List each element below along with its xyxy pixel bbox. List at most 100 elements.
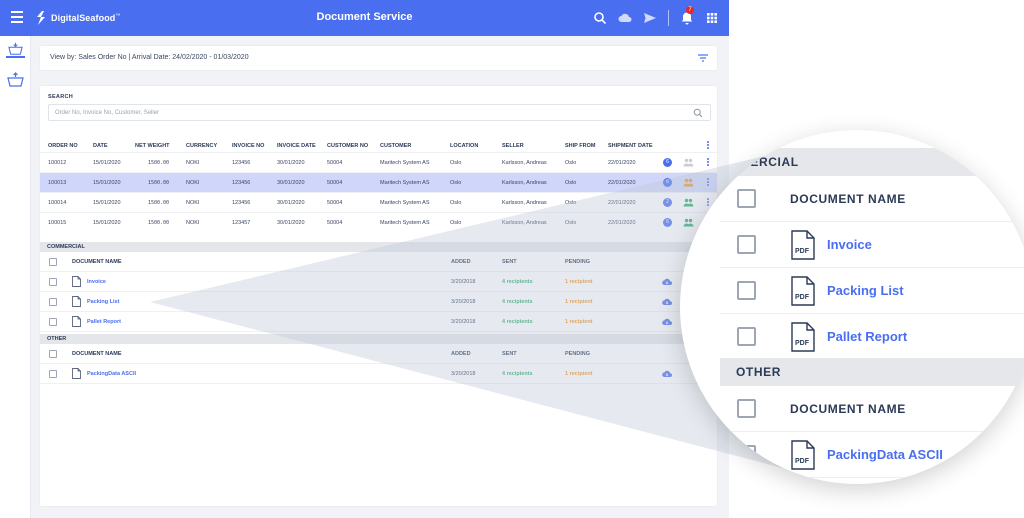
checkbox-icon[interactable] [737,399,756,418]
document-name-link[interactable]: Invoice [87,279,106,285]
magnified-col-document-name: DOCUMENT NAME [790,192,906,206]
document-pending[interactable]: 1 recipient [565,319,593,325]
basket-up-icon[interactable] [6,72,25,88]
send-icon[interactable] [643,11,657,25]
orders-card: SEARCH Order No, Invoice No, Customer, S… [40,86,717,506]
cell-currency: NOKI [186,220,200,226]
col-document-name: DOCUMENT NAME [72,259,122,265]
col-invoice-no[interactable]: INVOICE NO [232,143,264,149]
table-row[interactable]: 100015 15/01/2020 1500.00 NOKI 123457 30/01/2… [40,212,717,232]
cloud-download-icon[interactable] [662,369,672,378]
more-vert-icon[interactable] [707,178,710,188]
cell-invoice-no: 123456 [232,200,251,206]
more-vert-icon[interactable] [707,198,710,208]
search-icon[interactable] [593,11,607,25]
col-location[interactable]: LOCATION [450,143,478,149]
documents-count-badge[interactable]: 6 [663,178,672,187]
document-name-link[interactable]: Invoice [827,237,872,252]
col-invoice-date[interactable]: INVOICE DATE [277,143,316,149]
cell-location: Oslo [450,180,462,186]
col-sent: SENT [502,259,517,265]
col-order-no[interactable]: ORDER NO [48,143,78,149]
col-customer[interactable]: CUSTOMER [380,143,411,149]
table-row[interactable]: 100012 15/01/2020 1500.00 NOKI 123456 30/01/2… [40,152,717,172]
documents-count-badge[interactable]: 2 [663,198,672,207]
cell-currency: NOKI [186,180,200,186]
cell-seller: Karlsson, Andreas [502,220,547,226]
filter-icon[interactable] [698,54,708,62]
document-sent[interactable]: 4 recipients [502,299,533,305]
basket-down-icon[interactable] [6,42,25,58]
document-sent[interactable]: 4 recipients [502,371,533,377]
view-by-bar: View by: Sales Order No | Arrival Date: … [40,46,717,70]
document-pending[interactable]: 1 recipient [565,279,593,285]
document-pending[interactable]: 1 recipient [565,299,593,305]
col-currency[interactable]: CURRENCY [186,143,217,149]
people-icon[interactable] [683,158,694,167]
search-input[interactable]: Order No, Invoice No, Customer, Seller [48,104,711,121]
col-seller[interactable]: SELLER [502,143,524,149]
checkbox-icon[interactable] [737,327,756,346]
document-name-link[interactable]: Pallet Report [87,319,121,325]
document-added: 3/20/2018 [451,371,476,377]
row-checkbox[interactable] [49,298,57,306]
cloud-download-icon[interactable] [662,277,672,286]
search-icon[interactable] [693,108,703,118]
row-checkbox[interactable] [49,278,57,286]
col-customer-no[interactable]: CUSTOMER NO [327,143,368,149]
checkbox-icon[interactable] [737,235,756,254]
col-net-weight[interactable]: NET WEIGHT [135,143,170,149]
list-item[interactable]: Packing List 3/20/2018 4 recipients 1 recip… [40,292,717,312]
pdf-file-icon: PDF [791,230,815,260]
list-item[interactable]: PackingData ASCII 3/20/2018 4 recipients 1 … [40,364,717,384]
document-name-link[interactable]: PackingData ASCII [827,447,943,462]
table-row[interactable]: 100013 15/01/2020 1500.00 NOKI 123456 30/01/2… [40,172,717,192]
documents-count-badge[interactable]: 6 [663,218,672,227]
cell-location: Oslo [450,220,462,226]
magnified-list-item[interactable]: PDF PackingData ASCII [720,432,1024,478]
people-icon[interactable] [683,178,694,187]
notifications-button[interactable]: 7 [680,6,694,25]
pdf-label: PDF [795,340,809,347]
select-all-checkbox[interactable] [49,258,57,266]
documents-count-badge[interactable]: 6 [663,158,672,167]
cell-location: Oslo [450,160,462,166]
magnified-list-item[interactable]: PDF Pallet Report [720,314,1024,360]
document-name-link[interactable]: Packing List [87,299,119,305]
document-pending[interactable]: 1 recipient [565,371,593,377]
cloud-download-icon[interactable] [662,297,672,306]
col-shipment-date[interactable]: SHIPMENT DATE [608,143,653,149]
list-item[interactable]: Invoice 3/20/2018 4 recipients 1 recipient [40,272,717,292]
col-date[interactable]: DATE [93,143,108,149]
row-checkbox[interactable] [49,370,57,378]
table-row[interactable]: 100014 15/01/2020 1500.00 NOKI 123456 30/01/2… [40,192,717,212]
cell-net-weight: 1500.00 [148,200,170,206]
cell-seller: Karlsson, Andreas [502,160,547,166]
cell-currency: NOKI [186,200,200,206]
apps-icon[interactable] [705,11,719,25]
magnified-docs-header: DOCUMENT NAME [720,386,1024,432]
cloud-download-icon[interactable] [662,317,672,326]
checkbox-icon[interactable] [737,189,756,208]
people-icon[interactable] [683,218,694,227]
people-icon[interactable] [683,198,694,207]
magnified-list-item[interactable]: PDF Packing List [720,268,1024,314]
document-name-link[interactable]: Pallet Report [827,329,907,344]
select-all-checkbox[interactable] [49,350,57,358]
cell-ship-from: Oslo [565,180,577,186]
magnified-list-item[interactable]: PDF Invoice [720,222,1024,268]
document-name-link[interactable]: Packing List [827,283,904,298]
cell-net-weight: 1500.00 [148,220,170,226]
checkbox-icon[interactable] [737,445,756,464]
document-sent[interactable]: 4 recipients [502,319,533,325]
list-item[interactable]: Pallet Report 3/20/2018 4 recipients 1 reci… [40,312,717,332]
row-checkbox[interactable] [49,318,57,326]
document-sent[interactable]: 4 recipients [502,279,533,285]
document-name-link[interactable]: PackingData ASCII [87,371,136,377]
cell-customer: Maritech System AS [380,200,430,206]
col-ship-from[interactable]: SHIP FROM [565,143,595,149]
view-by-text: View by: Sales Order No | Arrival Date: … [50,54,249,61]
checkbox-icon[interactable] [737,281,756,300]
cell-customer-no: 50004 [327,220,343,226]
cloud-download-icon[interactable] [618,11,632,25]
